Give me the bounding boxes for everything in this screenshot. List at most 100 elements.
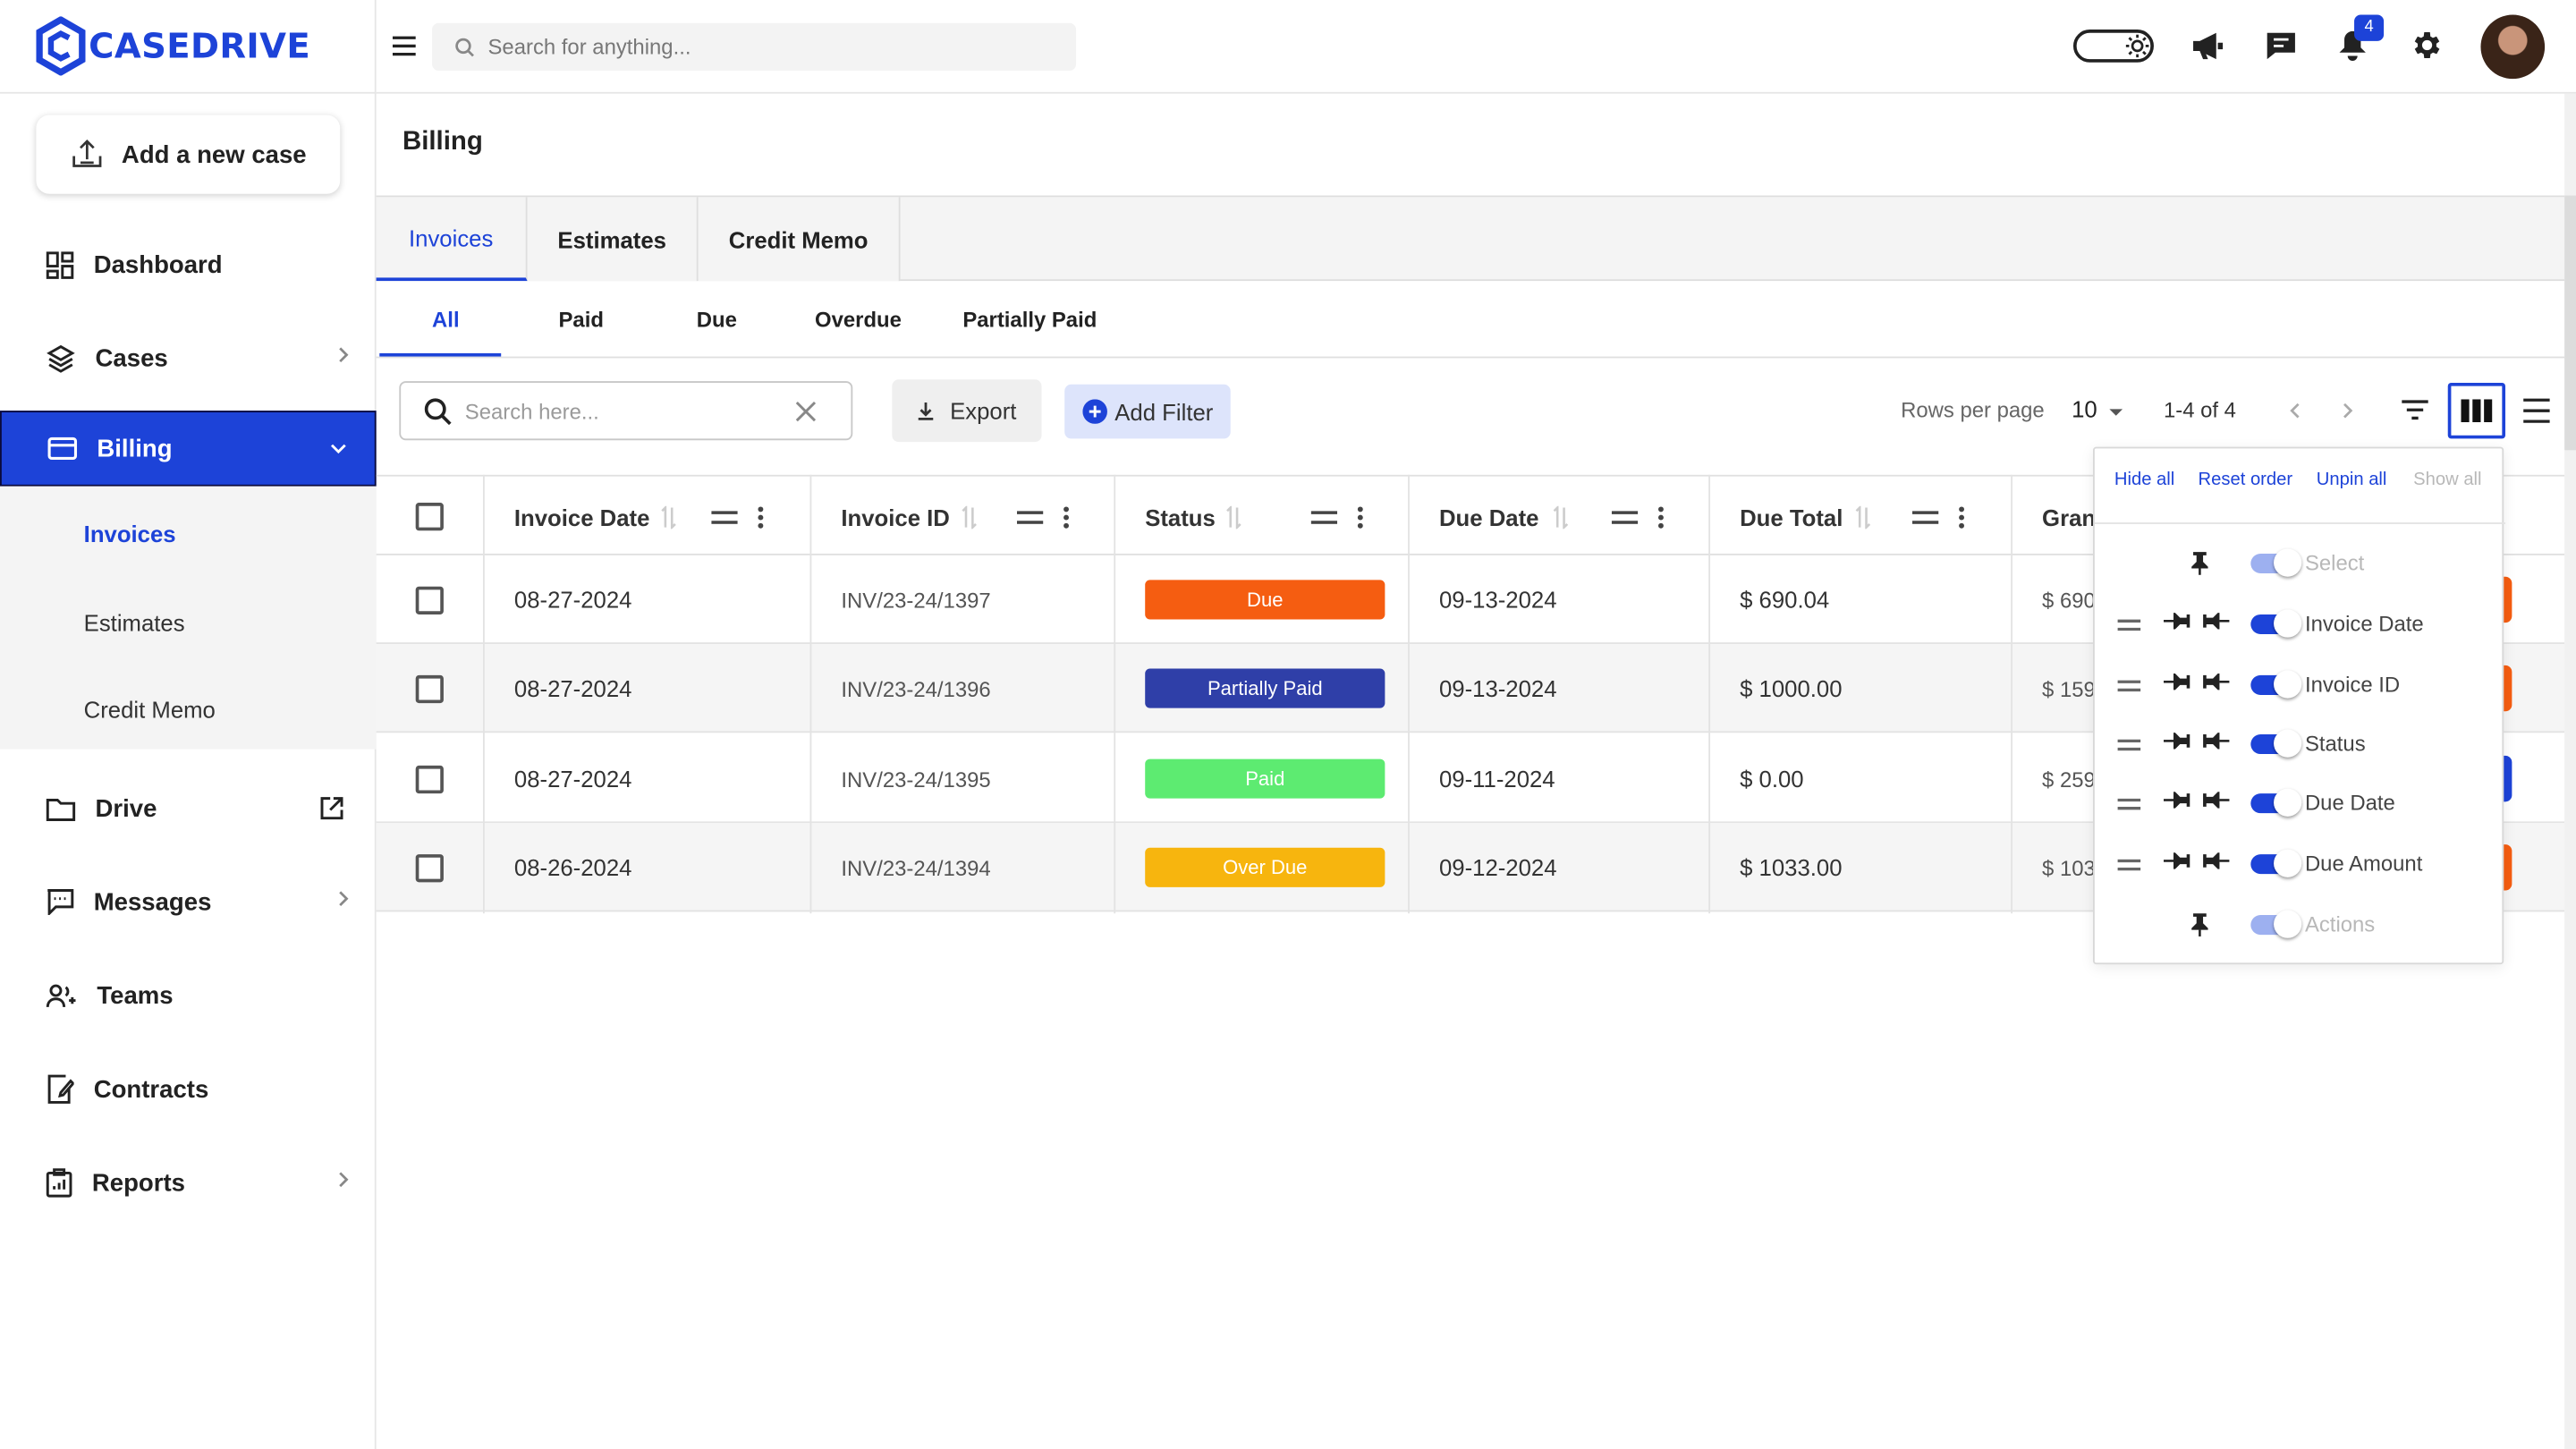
- unpin-all-link[interactable]: Unpin all: [2317, 470, 2387, 489]
- pin-left-icon[interactable]: [2163, 731, 2190, 750]
- column-option-status[interactable]: Status: [2095, 719, 2505, 768]
- sidebar-item-drive[interactable]: Drive: [0, 770, 377, 845]
- select-all-checkbox[interactable]: [415, 503, 444, 531]
- sidebar-item-messages[interactable]: Messages: [0, 864, 377, 939]
- menu-icon[interactable]: [391, 35, 417, 58]
- column-header-invoice-id[interactable]: Invoice ID: [841, 477, 949, 557]
- tab-estimates[interactable]: Estimates: [527, 197, 699, 282]
- column-option-due-amount[interactable]: Due Amount: [2095, 840, 2505, 889]
- add-filter-button[interactable]: Add Filter: [1064, 384, 1231, 439]
- casedrive-logo[interactable]: CASEDRIVE: [36, 16, 310, 76]
- pin-right-icon[interactable]: [2203, 731, 2230, 750]
- chevron-right-icon: [339, 891, 349, 907]
- user-avatar[interactable]: [2480, 14, 2546, 80]
- rows-per-page-select[interactable]: 10: [2072, 396, 2123, 422]
- column-option-invoice-date[interactable]: Invoice Date: [2095, 599, 2505, 648]
- column-menu-icon[interactable]: [1958, 506, 1965, 530]
- tab-invoices[interactable]: Invoices: [376, 197, 528, 282]
- pin-right-icon[interactable]: [2203, 790, 2230, 809]
- table-search-input[interactable]: Search here...: [399, 381, 853, 441]
- drag-handle-icon[interactable]: [2117, 619, 2141, 631]
- scrollbar-thumb[interactable]: [2564, 195, 2576, 451]
- column-menu-icon[interactable]: [758, 506, 764, 530]
- sort-icon[interactable]: [1855, 505, 1871, 530]
- column-header-invoice-date[interactable]: Invoice Date: [514, 477, 650, 557]
- drag-handle-icon[interactable]: [711, 511, 738, 524]
- sort-icon[interactable]: [660, 505, 676, 530]
- drag-handle-icon[interactable]: [2117, 798, 2141, 810]
- column-toggle[interactable]: [2250, 609, 2302, 638]
- filter-tab-overdue[interactable]: Overdue: [815, 307, 902, 332]
- drag-handle-icon[interactable]: [1611, 511, 1639, 524]
- clear-icon[interactable]: [795, 401, 817, 422]
- drag-handle-icon[interactable]: [1310, 511, 1338, 524]
- column-menu-icon[interactable]: [1657, 506, 1664, 530]
- pin-right-icon[interactable]: [2203, 851, 2230, 870]
- notification-badge: 4: [2354, 14, 2385, 41]
- column-header-due-total[interactable]: Due Total: [1740, 477, 1843, 557]
- add-new-case-button[interactable]: Add a new case: [36, 114, 341, 194]
- filter-list-icon[interactable]: [2400, 399, 2429, 420]
- column-menu-icon[interactable]: [1063, 506, 1069, 530]
- pin-left-icon[interactable]: [2163, 611, 2190, 631]
- sort-icon[interactable]: [961, 505, 977, 530]
- column-menu-icon[interactable]: [1357, 506, 1363, 530]
- filter-tab-due[interactable]: Due: [697, 307, 737, 332]
- column-option-due-date[interactable]: Due Date: [2095, 779, 2505, 828]
- column-header-grand-total[interactable]: Gran: [2042, 477, 2096, 557]
- chat-icon[interactable]: [2266, 31, 2297, 61]
- row-checkbox[interactable]: [415, 585, 444, 614]
- row-checkbox[interactable]: [415, 853, 444, 882]
- column-toggle[interactable]: [2250, 788, 2302, 817]
- drag-handle-icon[interactable]: [1911, 511, 1939, 524]
- pin-right-icon[interactable]: [2203, 672, 2230, 691]
- chevron-right-icon[interactable]: [2341, 401, 2354, 420]
- sort-icon[interactable]: [1225, 505, 1241, 530]
- submenu-item-estimates[interactable]: Estimates: [84, 609, 185, 635]
- pin-left-icon[interactable]: [2163, 672, 2190, 691]
- sort-icon[interactable]: [1553, 505, 1569, 530]
- drag-handle-icon[interactable]: [1016, 511, 1044, 524]
- external-link-icon[interactable]: [318, 795, 344, 821]
- chevron-left-icon[interactable]: [2289, 401, 2302, 420]
- column-toggle[interactable]: [2250, 849, 2302, 877]
- pin-right-icon[interactable]: [2203, 611, 2230, 631]
- divider: [2094, 522, 2506, 524]
- megaphone-icon[interactable]: [2191, 31, 2224, 61]
- filter-tab-paid[interactable]: Paid: [558, 307, 603, 332]
- row-checkbox[interactable]: [415, 765, 444, 793]
- pin-left-icon[interactable]: [2163, 851, 2190, 870]
- row-checkbox[interactable]: [415, 674, 444, 703]
- sidebar-item-contracts[interactable]: Contracts: [0, 1052, 377, 1127]
- sidebar-item-billing[interactable]: Billing: [0, 411, 377, 487]
- column-header-due-date[interactable]: Due Date: [1439, 477, 1538, 557]
- submenu-item-credit-memo[interactable]: Credit Memo: [84, 697, 216, 723]
- sidebar-item-reports[interactable]: Reports: [0, 1145, 377, 1220]
- theme-toggle[interactable]: [2072, 30, 2154, 63]
- column-option-label: Select: [2304, 550, 2365, 575]
- column-toggle[interactable]: [2250, 729, 2302, 758]
- filter-tab-partially-paid[interactable]: Partially Paid: [962, 307, 1097, 332]
- page-scrollbar[interactable]: [2564, 93, 2576, 1449]
- column-visibility-button[interactable]: [2447, 382, 2506, 439]
- sidebar-item-dashboard[interactable]: Dashboard: [0, 226, 377, 301]
- reset-order-link[interactable]: Reset order: [2199, 470, 2293, 489]
- global-search-input[interactable]: Search for anything...: [432, 22, 1077, 71]
- hide-all-link[interactable]: Hide all: [2114, 470, 2174, 489]
- tab-credit-memo[interactable]: Credit Memo: [698, 197, 901, 282]
- submenu-item-invoices[interactable]: Invoices: [84, 521, 176, 547]
- gear-icon[interactable]: [2409, 28, 2444, 63]
- sidebar-item-cases[interactable]: Cases: [0, 320, 377, 395]
- sidebar-item-teams[interactable]: Teams: [0, 958, 377, 1033]
- filter-tab-all[interactable]: All: [432, 307, 460, 332]
- column-header-status[interactable]: Status: [1145, 477, 1216, 557]
- export-button[interactable]: Export: [892, 379, 1042, 443]
- drag-handle-icon[interactable]: [2117, 680, 2141, 692]
- show-all-link: Show all: [2413, 470, 2482, 490]
- column-option-invoice-id[interactable]: Invoice ID: [2095, 660, 2505, 709]
- column-toggle[interactable]: [2250, 670, 2302, 699]
- density-icon[interactable]: [2521, 397, 2551, 423]
- drag-handle-icon[interactable]: [2117, 739, 2141, 751]
- drag-handle-icon[interactable]: [2117, 859, 2141, 871]
- pin-left-icon[interactable]: [2163, 790, 2190, 809]
